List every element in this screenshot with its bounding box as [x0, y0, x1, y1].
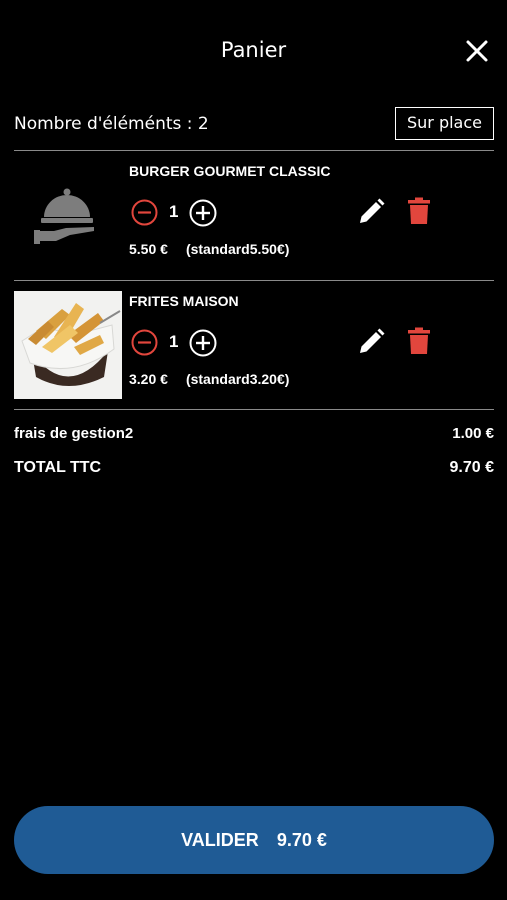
validate-amount: 9.70 € [276, 830, 327, 850]
delete-trash-icon[interactable] [408, 197, 430, 224]
item-price-row: 3.20 € (standard3.20€) [129, 371, 289, 387]
fee-label: frais de gestion2 [14, 425, 134, 442]
validate-button[interactable]: VALIDER 9.70 € [14, 806, 494, 874]
item-standard-price: (standard5.50€) [185, 241, 290, 257]
increase-quantity-button[interactable] [189, 329, 217, 357]
total-row: TOTAL TTC 9.70 € [14, 459, 494, 477]
page-title: Panier [220, 38, 287, 62]
header: Panier [0, 0, 507, 100]
divider [14, 409, 494, 410]
total-label: TOTAL TTC [14, 459, 102, 476]
item-image [14, 161, 122, 269]
item-price-row: 5.50 € (standard5.50€) [129, 241, 289, 257]
increase-quantity-button[interactable] [189, 199, 217, 227]
item-name: BURGER GOURMET CLASSIC [129, 163, 331, 179]
item-price: 5.50 € [129, 241, 168, 257]
fee-row: frais de gestion2 1.00 € [14, 425, 494, 442]
close-icon[interactable] [463, 37, 491, 65]
item-standard-price: (standard3.20€) [185, 371, 290, 387]
quantity-value: 1 [169, 202, 179, 221]
fries-photo [14, 291, 122, 399]
edit-pencil-icon[interactable] [357, 328, 385, 356]
cart-item: BURGER GOURMET CLASSIC 1 5.50 € (standard… [0, 151, 507, 279]
item-name: FRITES MAISON [129, 293, 239, 309]
close-button[interactable] [463, 37, 491, 65]
validate-label: VALIDER [181, 830, 259, 850]
dining-mode-button[interactable]: Sur place [395, 107, 494, 140]
cloche-placeholder-icon [34, 188, 94, 244]
delete-trash-icon[interactable] [408, 327, 430, 354]
quantity-value: 1 [169, 332, 179, 351]
fee-value: 1.00 € [452, 425, 494, 442]
cart-item: FRITES MAISON 1 3.20 € (standard3.20€) [0, 281, 507, 409]
item-count: Nombre d'éléménts : 2 [14, 114, 209, 134]
decrease-quantity-button[interactable] [131, 199, 158, 226]
decrease-quantity-button[interactable] [131, 329, 158, 356]
total-value: 9.70 € [449, 459, 494, 476]
item-image [14, 291, 122, 399]
edit-pencil-icon[interactable] [357, 198, 385, 226]
item-price: 3.20 € [129, 371, 168, 387]
